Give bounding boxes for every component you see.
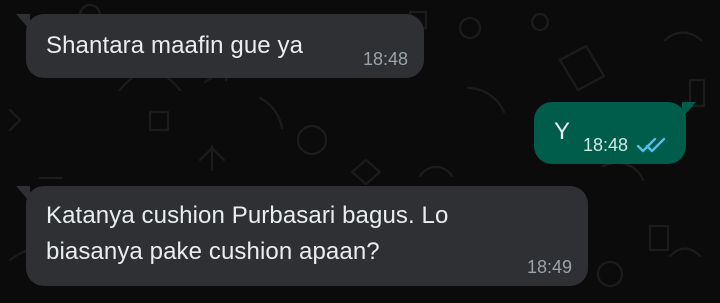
message-meta: 18:49: [527, 258, 572, 276]
message-time: 18:48: [582, 135, 628, 155]
message-text: Shantara maafin gue ya: [46, 32, 304, 59]
bubble-tail: [682, 102, 696, 118]
outgoing-message-bubble[interactable]: Y 18:48: [534, 102, 696, 164]
message-meta: 18:48: [363, 50, 408, 68]
chat-conversation: Shantara maafin gue ya 18:48 Y 18:48 Kat…: [0, 0, 720, 303]
message-time: 18:48: [362, 49, 408, 69]
incoming-message-bubble[interactable]: Katanya cushion Purbasari bagus. Lo bias…: [16, 186, 588, 286]
message-time: 18:49: [526, 257, 572, 277]
message-text: Katanya cushion Purbasari bagus. Lo bias…: [46, 202, 449, 265]
incoming-message-bubble[interactable]: Shantara maafin gue ya 18:48: [16, 14, 424, 78]
bubble-tail: [16, 14, 30, 30]
message-meta: 18:48: [583, 136, 670, 154]
bubble-tail: [16, 186, 30, 202]
double-check-icon: [636, 136, 670, 154]
